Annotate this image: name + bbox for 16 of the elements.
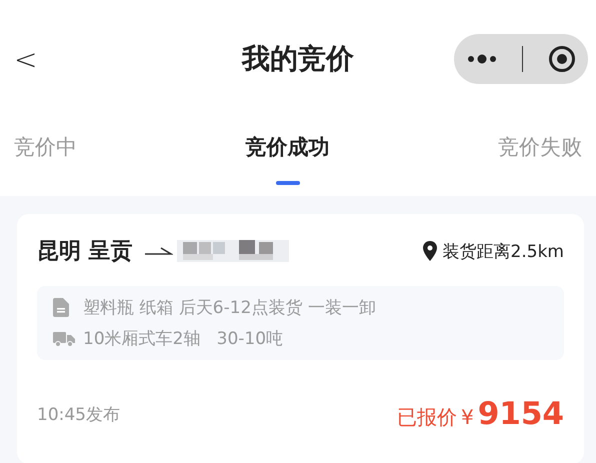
quoted-price: 9154 <box>478 396 564 432</box>
back-button[interactable]: < <box>8 42 44 76</box>
tab[interactable]: 竞价成功 <box>246 133 330 185</box>
post-time: 10:45发布 <box>37 404 120 426</box>
vehicle-info: 10米厢式车2轴 30-10吨 <box>83 328 284 350</box>
loading-distance: 装货距离2.5km <box>442 240 564 262</box>
cargo-info: 塑料瓶 纸箱 后天6-12点装货 一装一卸 <box>83 297 376 319</box>
close-icon[interactable] <box>548 45 576 73</box>
document-icon <box>53 298 69 317</box>
location-pin-icon <box>422 241 437 261</box>
quoted-label: 已报价 <box>396 404 457 431</box>
currency-symbol: ¥ <box>460 405 474 429</box>
truck-icon <box>53 330 75 346</box>
page-title: 我的竞价 <box>242 41 354 77</box>
route-origin: 昆明 呈贡 <box>37 238 133 266</box>
more-icon[interactable] <box>466 54 496 64</box>
